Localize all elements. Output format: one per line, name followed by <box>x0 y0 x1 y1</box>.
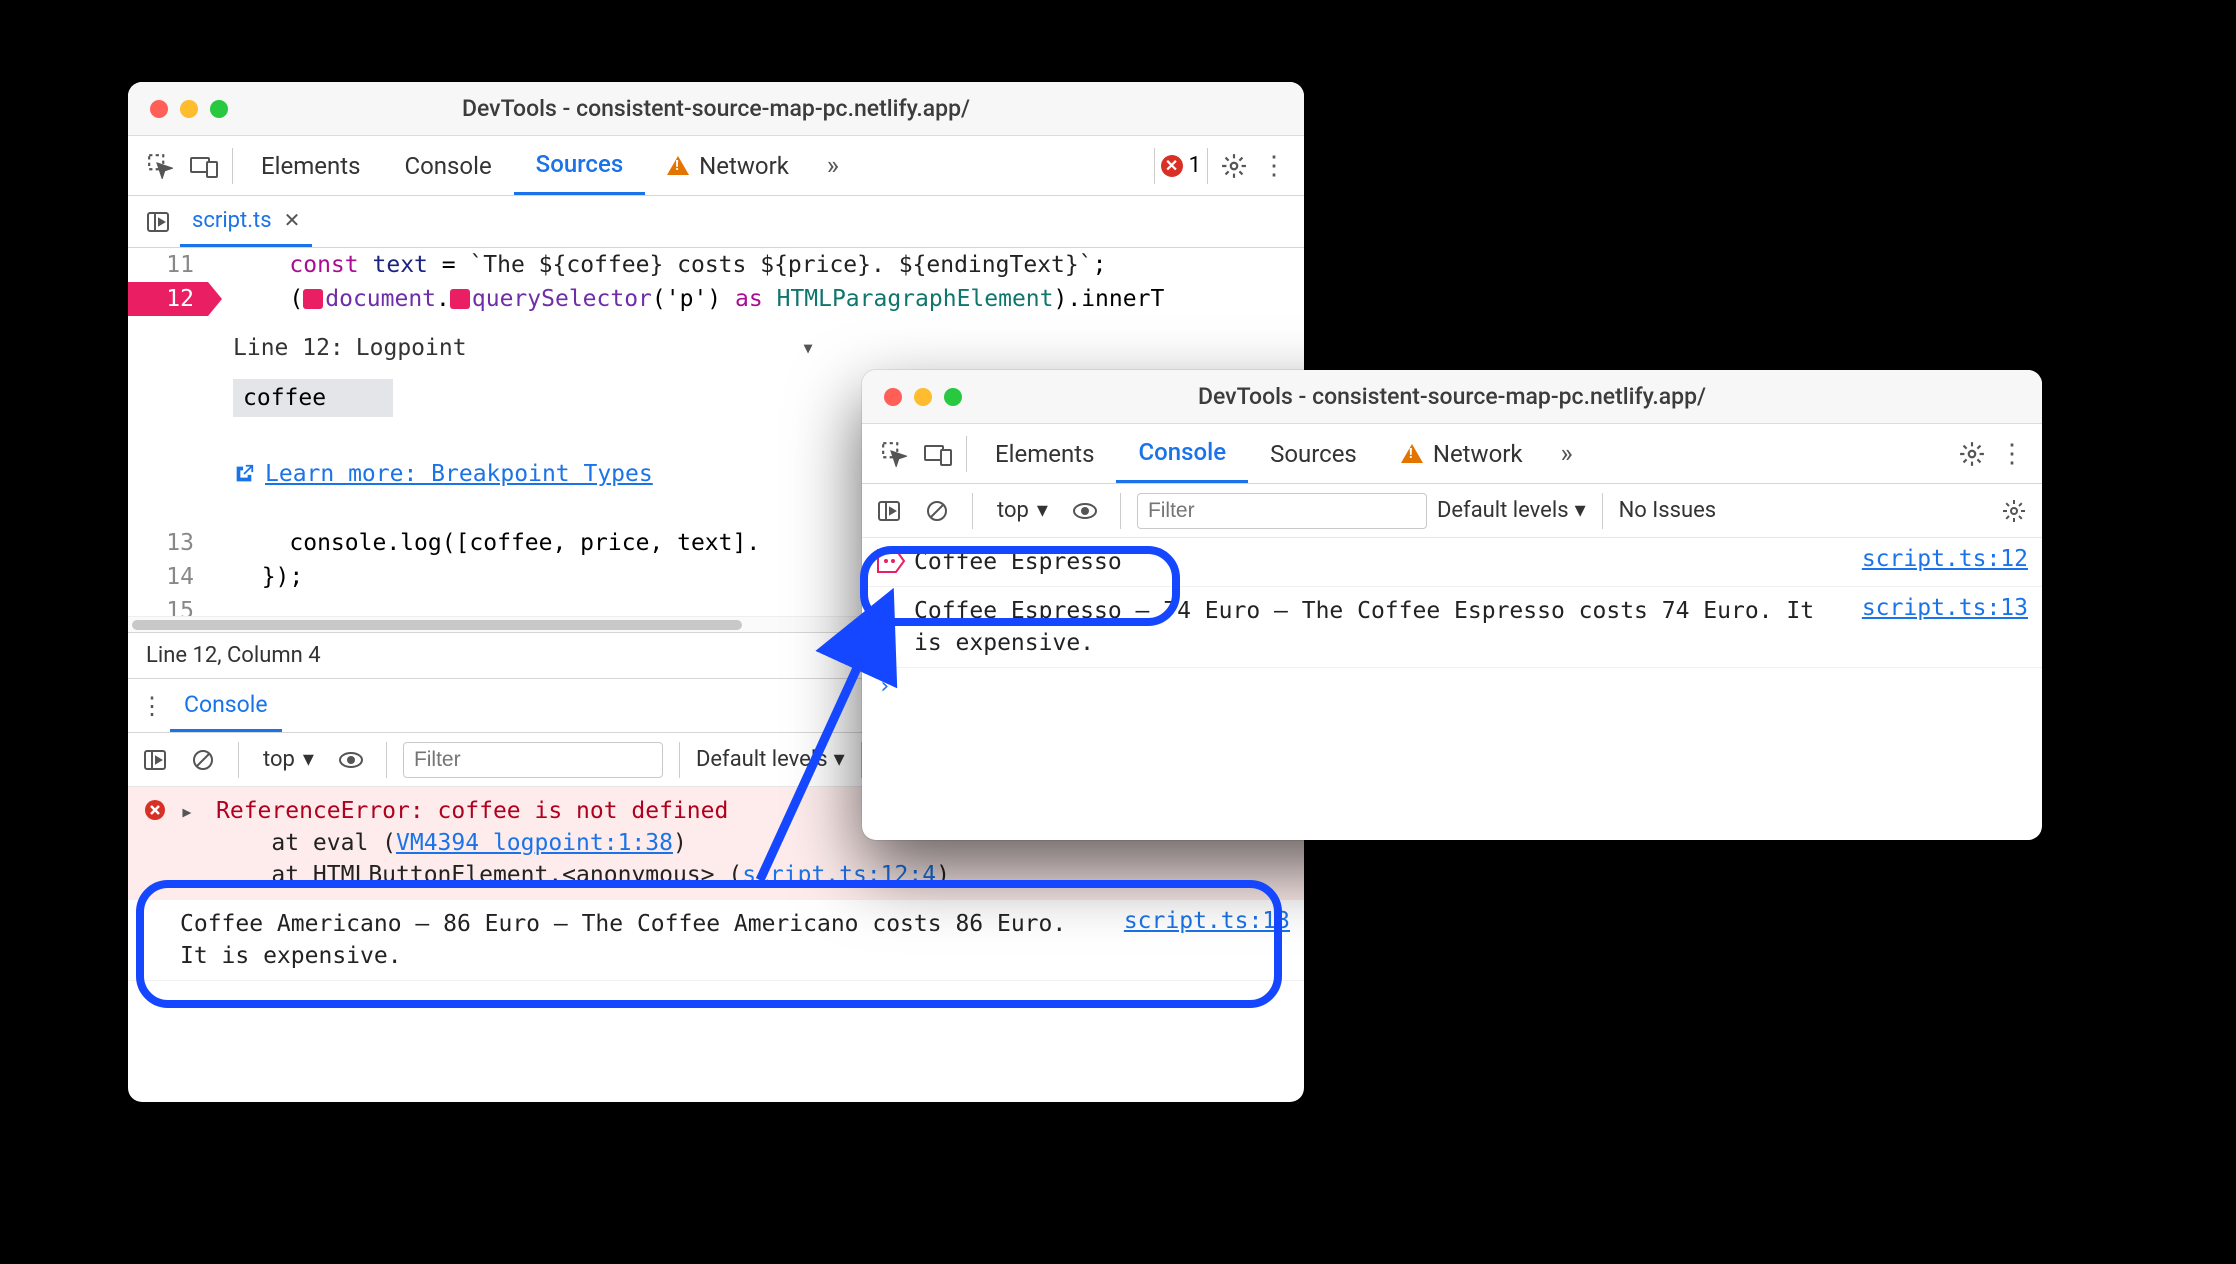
chevron-down-icon: ▾ <box>1575 498 1586 523</box>
console-filter-input[interactable] <box>403 742 663 778</box>
file-tab-label: script.ts <box>192 208 272 233</box>
cursor-position: Line 12, Column 4 <box>146 643 321 668</box>
tab-sources[interactable]: Sources <box>1248 424 1379 483</box>
device-toggle-icon[interactable] <box>182 153 226 179</box>
logpoint-badge-icon <box>878 550 904 578</box>
minimize-icon[interactable] <box>914 388 932 406</box>
stack-link[interactable]: VM4394 logpoint:1:38 <box>396 830 673 856</box>
issues-button[interactable]: No Issues <box>1619 498 1717 523</box>
navigator-toggle-icon[interactable] <box>136 210 180 234</box>
console-output: Coffee Espresso script.ts:12 Coffee Espr… <box>862 538 2042 705</box>
file-tab-script[interactable]: script.ts ✕ <box>180 196 312 247</box>
close-tab-icon[interactable]: ✕ <box>284 208 301 232</box>
console-settings-gear-icon[interactable] <box>1994 499 2034 523</box>
more-tabs-icon[interactable]: » <box>1545 439 1589 469</box>
kebab-menu-icon[interactable]: ⋮ <box>1254 151 1294 181</box>
warning-icon <box>1401 444 1423 463</box>
tab-sources[interactable]: Sources <box>514 136 646 195</box>
tab-network[interactable]: Network <box>1379 424 1545 483</box>
more-tabs-icon[interactable]: » <box>811 151 855 181</box>
console-prompt[interactable]: › <box>862 668 2042 705</box>
source-location-link[interactable]: script.ts:12 <box>1862 546 2028 572</box>
filter-wrap <box>1137 493 1427 529</box>
error-count-badge[interactable]: ✕1 <box>1161 153 1201 178</box>
logpoint-expression-input[interactable] <box>233 379 393 417</box>
breakpoint-badge[interactable]: 12 <box>128 282 208 316</box>
zoom-icon[interactable] <box>944 388 962 406</box>
window-title: DevTools - consistent-source-map-pc.netl… <box>862 383 2042 410</box>
drawer-kebab-icon[interactable]: ⋮ <box>134 692 170 720</box>
zoom-icon[interactable] <box>210 100 228 118</box>
external-link-icon <box>233 463 255 485</box>
inspect-icon[interactable] <box>138 153 182 179</box>
device-toggle-icon[interactable] <box>916 441 960 467</box>
chevron-down-icon[interactable]: ▾ <box>801 331 815 365</box>
error-icon <box>144 799 170 821</box>
logpoint-editor: Line 12: Logpoint ▾ Learn more: Breakpoi… <box>214 316 834 508</box>
file-tabs: script.ts ✕ <box>128 196 1304 248</box>
close-icon[interactable] <box>884 388 902 406</box>
console-logpoint-message[interactable]: Coffee Espresso script.ts:12 <box>862 538 2042 587</box>
expand-triangle-icon[interactable]: ▸ <box>180 799 206 825</box>
object-cube-icon <box>450 289 470 309</box>
kebab-menu-icon[interactable]: ⋮ <box>1992 439 2032 469</box>
minimize-icon[interactable] <box>180 100 198 118</box>
line-number[interactable]: 13 <box>128 526 208 560</box>
sidebar-toggle-icon[interactable] <box>870 499 908 523</box>
inspect-icon[interactable] <box>872 441 916 467</box>
console-filter-input[interactable] <box>1137 493 1427 529</box>
chevron-down-icon: ▾ <box>303 747 314 772</box>
line-number[interactable]: 14 <box>128 560 208 594</box>
console-toolbar: top▾ Default levels ▾ No Issues <box>862 484 2042 538</box>
warning-icon <box>667 156 689 175</box>
log-levels-selector[interactable]: Default levels ▾ <box>1437 498 1586 523</box>
settings-gear-icon[interactable] <box>1952 441 1992 467</box>
log-text: Coffee Americano – 86 Euro – The Coffee … <box>180 908 1104 972</box>
tab-console[interactable]: Console <box>1116 424 1248 483</box>
chevron-down-icon: ▾ <box>834 747 845 772</box>
tab-elements[interactable]: Elements <box>973 424 1116 483</box>
live-expression-icon[interactable] <box>332 749 370 771</box>
code-line: const text = `The ${coffee} costs ${pric… <box>208 248 1304 282</box>
logpoint-type-select[interactable]: Logpoint <box>356 331 467 365</box>
stack-link[interactable]: script.ts:12:4 <box>742 862 936 888</box>
line-number[interactable]: 11 <box>128 248 208 282</box>
titlebar: DevTools - consistent-source-map-pc.netl… <box>128 82 1304 136</box>
console-log-message[interactable]: Coffee Americano – 86 Euro – The Coffee … <box>128 900 1304 981</box>
code-line: (document.querySelector('p') as HTMLPara… <box>208 282 1304 316</box>
console-log-message[interactable]: Coffee Espresso – 74 Euro – The Coffee E… <box>862 587 2042 668</box>
filter-wrap <box>403 742 663 778</box>
close-icon[interactable] <box>150 100 168 118</box>
main-tabs: Elements Console Sources Network » ⋮ <box>862 424 2042 484</box>
line-number[interactable]: 15 <box>128 594 208 616</box>
source-location-link[interactable]: script.ts:13 <box>1124 908 1290 934</box>
titlebar: DevTools - consistent-source-map-pc.netl… <box>862 370 2042 424</box>
logpoint-line-label: Line 12: <box>233 331 344 365</box>
source-location-link[interactable]: script.ts:13 <box>1862 595 2028 621</box>
object-cube-icon <box>303 289 323 309</box>
chevron-down-icon: ▾ <box>1037 498 1048 523</box>
clear-console-icon[interactable] <box>918 499 956 523</box>
log-levels-selector[interactable]: Default levels ▾ <box>696 747 845 772</box>
window-title: DevTools - consistent-source-map-pc.netl… <box>128 95 1304 122</box>
tab-elements[interactable]: Elements <box>239 136 382 195</box>
settings-gear-icon[interactable] <box>1214 153 1254 179</box>
tab-console[interactable]: Console <box>382 136 513 195</box>
error-text: ReferenceError: coffee is not defined <box>216 798 728 824</box>
drawer-tab-console[interactable]: Console <box>170 679 282 732</box>
error-icon: ✕ <box>1161 155 1183 177</box>
main-tabs: Elements Console Sources Network » ✕1 ⋮ <box>128 136 1304 196</box>
clear-console-icon[interactable] <box>184 748 222 772</box>
context-selector[interactable]: top▾ <box>989 498 1056 523</box>
learn-more-link[interactable]: Learn more: Breakpoint Types <box>233 457 815 491</box>
live-expression-icon[interactable] <box>1066 500 1104 522</box>
context-selector[interactable]: top▾ <box>255 747 322 772</box>
sidebar-toggle-icon[interactable] <box>136 748 174 772</box>
tab-network[interactable]: Network <box>645 136 811 195</box>
devtools-window-console: DevTools - consistent-source-map-pc.netl… <box>862 370 2042 840</box>
log-text: Coffee Espresso – 74 Euro – The Coffee E… <box>914 595 1842 659</box>
log-text: Coffee Espresso <box>914 546 1842 578</box>
